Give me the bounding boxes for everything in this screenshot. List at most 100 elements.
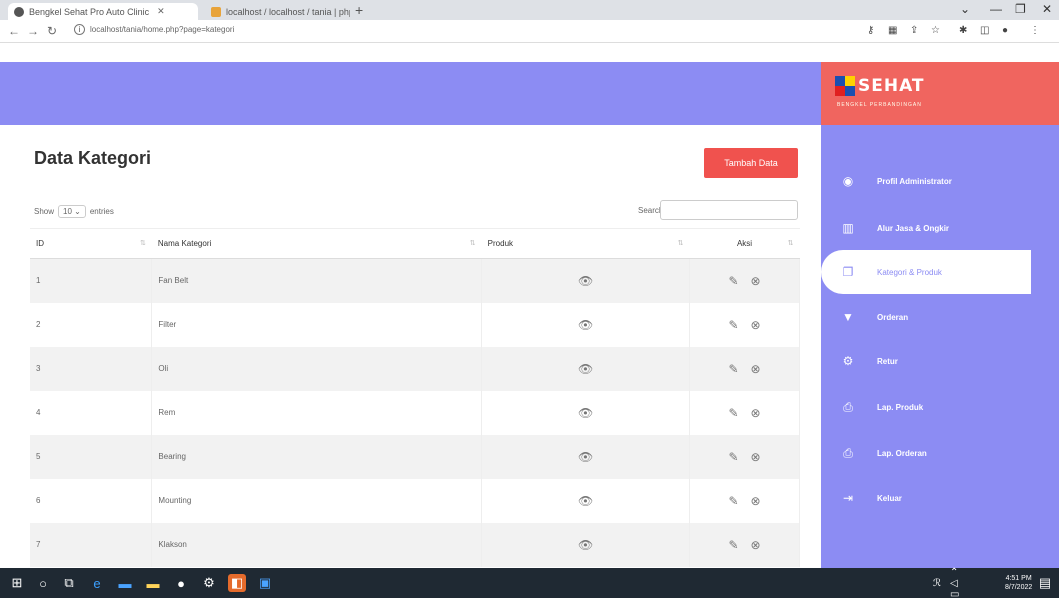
delete-icon[interactable]: ⊗: [751, 406, 761, 420]
search-icon[interactable]: ○: [34, 574, 52, 592]
key-icon[interactable]: ⚷: [867, 25, 874, 36]
edit-icon[interactable]: ✎: [728, 274, 738, 288]
file-explorer-icon[interactable]: ▬: [144, 574, 162, 592]
search-input[interactable]: [660, 200, 798, 220]
tab-search-icon[interactable]: ⌄: [960, 2, 970, 16]
close-window-button[interactable]: ✕: [1042, 2, 1052, 16]
header-nama-kategori[interactable]: Nama Kategori ⇅: [151, 228, 482, 259]
chrome-icon[interactable]: ●: [172, 574, 190, 592]
cell-id: 6: [30, 478, 153, 523]
header-id[interactable]: ID ⇅: [30, 228, 152, 259]
delete-icon[interactable]: ⊗: [751, 538, 761, 552]
sidebar: ◉ Profil Administrator ▥ Alur Jasa & Ong…: [821, 125, 1059, 568]
edge-icon[interactable]: e: [88, 574, 106, 592]
app-header: [0, 62, 821, 125]
browser-tab-strip: Bengkel Sehat Pro Auto Clinic ✕ localhos…: [0, 0, 1059, 20]
bookmark-star-icon[interactable]: ☆: [931, 25, 940, 36]
system-tray-icons[interactable]: ⌃ ◁ ▭: [950, 567, 968, 598]
sidebar-item-keluar[interactable]: ⇥ Keluar: [821, 476, 1059, 520]
url-field[interactable]: localhost/tania/home.php?page=kategori: [90, 25, 234, 34]
view-products-icon[interactable]: 👁: [481, 302, 691, 347]
table-row: 6 Mounting 👁 ✎ ⊗: [30, 478, 800, 523]
edit-icon[interactable]: ✎: [728, 406, 738, 420]
sidebar-item-profil-administrator[interactable]: ◉ Profil Administrator: [821, 159, 1059, 203]
browser-menu-icon[interactable]: ⋮: [1030, 25, 1040, 36]
edit-icon[interactable]: ✎: [728, 318, 738, 332]
show-entries-control: Show 10 ⌄ entries: [34, 205, 114, 218]
brand-name: SEHAT: [858, 76, 925, 96]
sidebar-item-label: Retur: [877, 356, 898, 366]
view-products-icon[interactable]: 👁: [481, 434, 691, 479]
add-data-button[interactable]: Tambah Data: [704, 148, 798, 178]
sidebar-item-lap-produk[interactable]: ⎙ Lap. Produk: [821, 385, 1059, 429]
cell-name: Fan Belt: [151, 258, 483, 303]
sidebar-item-alur-jasa[interactable]: ▥ Alur Jasa & Ongkir: [821, 206, 1059, 250]
view-products-icon[interactable]: 👁: [481, 258, 691, 303]
translate-icon[interactable]: ▦: [888, 25, 897, 36]
header-aksi[interactable]: Aksi ⇅: [689, 228, 800, 259]
minimize-button[interactable]: —: [990, 2, 1002, 16]
view-products-icon[interactable]: 👁: [481, 478, 691, 523]
forward-icon[interactable]: →: [27, 24, 39, 38]
browser-tab[interactable]: localhost / localhost / tania | phpM ✕: [205, 3, 350, 20]
sidebar-item-retur[interactable]: ⚙ Retur: [821, 339, 1059, 383]
back-icon[interactable]: ←: [8, 24, 20, 38]
tab-title: Bengkel Sehat Pro Auto Clinic: [29, 6, 150, 17]
chevron-down-icon: ⌄: [74, 207, 81, 216]
tab-close-icon[interactable]: ✕: [157, 6, 165, 17]
print-icon: ⎙: [843, 399, 853, 414]
entries-select[interactable]: 10 ⌄: [58, 205, 86, 218]
edit-icon[interactable]: ✎: [728, 362, 738, 376]
header-produk[interactable]: Produk ⇅: [481, 228, 690, 259]
edit-icon[interactable]: ✎: [728, 450, 738, 464]
sidebar-item-label: Keluar: [877, 493, 902, 503]
header-aksi-label: Aksi: [736, 239, 753, 248]
app-window-icon[interactable]: ▣: [256, 574, 274, 592]
edit-icon[interactable]: ✎: [728, 494, 738, 508]
info-icon[interactable]: i: [74, 24, 85, 35]
task-view-icon[interactable]: ⧉: [60, 574, 78, 592]
reload-icon[interactable]: ↻: [47, 24, 57, 38]
people-icon[interactable]: ℛ: [928, 574, 946, 592]
kategori-table: ID ⇅ Nama Kategori ⇅ Produk ⇅ Aksi ⇅ 1 Fan B…: [30, 228, 800, 567]
notification-icon[interactable]: ▤: [1036, 574, 1054, 592]
settings-icon[interactable]: ⚙: [200, 574, 218, 592]
cell-name: Bearing: [151, 434, 483, 479]
cell-id: 2: [30, 302, 153, 347]
new-tab-button[interactable]: +: [355, 2, 363, 18]
app-icon[interactable]: ◧: [228, 574, 246, 592]
delete-icon[interactable]: ⊗: [751, 450, 761, 464]
browser-tab-active[interactable]: Bengkel Sehat Pro Auto Clinic ✕: [8, 3, 198, 20]
address-bar: ← → ↻ i localhost/tania/home.php?page=ka…: [0, 20, 1059, 43]
entries-label: entries: [89, 207, 114, 216]
table-row: 5 Bearing 👁 ✎ ⊗: [30, 434, 800, 479]
view-products-icon[interactable]: 👁: [481, 522, 691, 567]
edit-icon[interactable]: ✎: [728, 538, 738, 552]
delete-icon[interactable]: ⊗: [751, 274, 761, 288]
sidebar-toggle-icon[interactable]: ◫: [980, 25, 989, 36]
brand-logo[interactable]: SEHAT: [835, 76, 925, 96]
delete-icon[interactable]: ⊗: [751, 318, 761, 332]
delete-icon[interactable]: ⊗: [751, 362, 761, 376]
sidebar-item-orderan[interactable]: ▼ Orderan: [821, 295, 1059, 339]
profile-avatar-icon[interactable]: ●: [1002, 25, 1008, 36]
extensions-icon[interactable]: ✱: [959, 25, 967, 36]
cell-name: Rem: [151, 390, 483, 435]
cart-icon: ▼: [842, 310, 854, 324]
delete-icon[interactable]: ⊗: [751, 494, 761, 508]
cell-name: Oli: [151, 346, 483, 391]
sidebar-item-kategori-produk[interactable]: ❐ Kategori & Produk: [821, 250, 1031, 294]
view-products-icon[interactable]: 👁: [481, 346, 691, 391]
share-icon[interactable]: ⇪: [910, 25, 918, 36]
actions-cell: ✎ ⊗: [689, 434, 800, 479]
sidebar-item-label: Profil Administrator: [877, 176, 952, 186]
windows-start-icon[interactable]: ⊞: [8, 574, 26, 592]
phpmyadmin-favicon-icon: [211, 6, 221, 17]
sidebar-item-lap-orderan[interactable]: ⎙ Lap. Orderan: [821, 431, 1059, 475]
brand-tagline: BENGKEL PERBANDINGAN: [837, 102, 922, 108]
table-header-row: ID ⇅ Nama Kategori ⇅ Produk ⇅ Aksi ⇅: [30, 228, 800, 259]
mail-icon[interactable]: ▬: [116, 574, 134, 592]
view-products-icon[interactable]: 👁: [481, 390, 691, 435]
maximize-button[interactable]: ❐: [1015, 2, 1026, 16]
clock[interactable]: 4:51 PM 8/7/2022: [1005, 574, 1032, 592]
